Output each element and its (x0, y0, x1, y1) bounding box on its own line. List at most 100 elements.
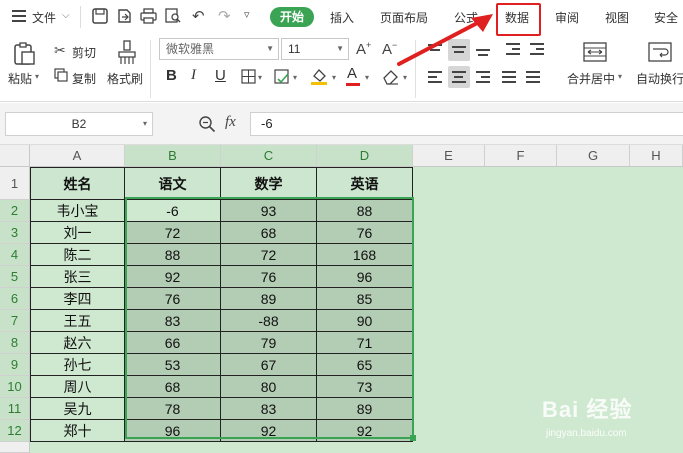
row-header-partial[interactable] (0, 442, 30, 453)
table-cell[interactable]: 76 (221, 266, 317, 288)
distributed-icon[interactable] (522, 66, 544, 88)
table-cell[interactable]: 76 (125, 288, 221, 310)
table-cell[interactable]: 郑十 (30, 420, 125, 442)
table-cell[interactable]: 71 (317, 332, 413, 354)
header-cell[interactable]: 姓名 (30, 167, 125, 200)
table-cell[interactable]: 67 (221, 354, 317, 376)
paste-button[interactable]: 粘贴 (8, 70, 32, 87)
scissors-icon[interactable]: ✂ (54, 42, 66, 59)
font-size-select[interactable]: 11 ▼ (281, 38, 349, 60)
copy-button[interactable]: 复制 (72, 70, 96, 87)
chevron-down-icon[interactable]: ▾ (365, 73, 369, 82)
chevron-down-icon[interactable]: ▾ (618, 72, 622, 81)
row-header-6[interactable]: 6 (0, 288, 30, 310)
table-cell[interactable]: 89 (317, 398, 413, 420)
table-cell[interactable]: 92 (221, 420, 317, 442)
select-all-corner[interactable] (0, 145, 30, 167)
bold-button[interactable]: B (166, 67, 177, 84)
row-header-1[interactable]: 1 (0, 167, 30, 200)
column-header-c[interactable]: C (221, 145, 317, 167)
row-header-7[interactable]: 7 (0, 310, 30, 332)
save-icon[interactable] (92, 8, 108, 27)
table-cell[interactable]: 85 (317, 288, 413, 310)
table-cell[interactable]: 80 (221, 376, 317, 398)
table-cell[interactable]: 53 (125, 354, 221, 376)
chevron-down-icon[interactable]: ▾ (403, 73, 407, 82)
table-cell[interactable]: 83 (221, 398, 317, 420)
customize-toolbar-icon[interactable]: ▿ (244, 8, 250, 21)
column-header-g[interactable]: G (557, 145, 630, 167)
row-header-4[interactable]: 4 (0, 244, 30, 266)
hamburger-icon[interactable] (12, 10, 26, 22)
table-cell[interactable]: 83 (125, 310, 221, 332)
table-cell[interactable]: -88 (221, 310, 317, 332)
row-header-12[interactable]: 12 (0, 420, 30, 442)
column-header-e[interactable]: E (413, 145, 485, 167)
fill-handle[interactable] (410, 435, 416, 441)
table-cell[interactable]: 93 (221, 200, 317, 222)
table-cell[interactable]: 89 (221, 288, 317, 310)
table-cell[interactable]: 吴九 (30, 398, 125, 420)
file-menu[interactable]: 文件 (32, 9, 56, 26)
redo-icon[interactable]: ↷ (218, 7, 231, 25)
table-cell[interactable]: 76 (317, 222, 413, 244)
tab-review[interactable]: 审阅 (555, 9, 579, 26)
increase-indent-icon[interactable] (526, 39, 548, 61)
table-cell[interactable]: 刘一 (30, 222, 125, 244)
increase-font-icon[interactable]: A+ (356, 40, 371, 58)
table-cell[interactable]: 72 (125, 222, 221, 244)
wrap-text-icon[interactable] (648, 42, 672, 65)
table-cell[interactable]: 王五 (30, 310, 125, 332)
font-color-icon[interactable]: A (347, 65, 357, 82)
borders-icon[interactable] (241, 69, 256, 87)
chevron-down-icon[interactable]: ▾ (35, 72, 39, 81)
table-cell[interactable]: 92 (125, 266, 221, 288)
fx-icon[interactable]: fx (225, 114, 236, 131)
chevron-down-icon[interactable]: ▾ (293, 73, 297, 82)
cut-button[interactable]: 剪切 (72, 44, 96, 61)
paste-icon[interactable] (12, 42, 36, 69)
row-header-9[interactable]: 9 (0, 354, 30, 376)
zoom-search-icon[interactable] (198, 115, 216, 136)
decrease-indent-icon[interactable] (502, 39, 524, 61)
formula-input[interactable]: -6 (250, 112, 683, 136)
export-icon[interactable] (116, 8, 132, 27)
table-cell[interactable]: 张三 (30, 266, 125, 288)
justify-icon[interactable] (498, 66, 520, 88)
eraser-icon[interactable] (382, 67, 400, 88)
tab-start[interactable]: 开始 (270, 7, 314, 27)
font-family-select[interactable]: 微软雅黑 ▼ (159, 38, 279, 60)
align-center-icon[interactable] (448, 66, 470, 88)
table-cell[interactable]: 168 (317, 244, 413, 266)
header-cell[interactable]: 英语 (317, 167, 413, 200)
row-header-3[interactable]: 3 (0, 222, 30, 244)
column-header-b[interactable]: B (125, 145, 221, 167)
table-cell[interactable]: 65 (317, 354, 413, 376)
table-cell[interactable]: 72 (221, 244, 317, 266)
column-header-d[interactable]: D (317, 145, 413, 167)
fill-color-icon[interactable] (310, 67, 328, 88)
column-header-h[interactable]: H (630, 145, 683, 167)
tab-security[interactable]: 安全 (654, 9, 678, 26)
table-cell[interactable]: 73 (317, 376, 413, 398)
table-cell[interactable]: -6 (125, 200, 221, 222)
row-header-2[interactable]: 2 (0, 200, 30, 222)
align-right-icon[interactable] (472, 66, 494, 88)
format-painter-button[interactable]: 格式刷 (107, 70, 143, 87)
format-painter-icon[interactable] (116, 40, 138, 69)
merge-center-button[interactable]: 合并居中 (567, 70, 615, 87)
tab-view[interactable]: 视图 (605, 9, 629, 26)
table-cell[interactable]: 韦小宝 (30, 200, 125, 222)
underline-button[interactable]: U (215, 67, 226, 84)
undo-icon[interactable]: ↶ (192, 7, 205, 25)
align-left-icon[interactable] (424, 66, 446, 88)
merge-center-icon[interactable] (583, 42, 607, 65)
table-cell[interactable]: 96 (317, 266, 413, 288)
wrap-text-button[interactable]: 自动换行 (636, 70, 683, 87)
row-header-5[interactable]: 5 (0, 266, 30, 288)
table-cell[interactable]: 孙七 (30, 354, 125, 376)
table-cell[interactable]: 88 (317, 200, 413, 222)
table-cell[interactable]: 陈二 (30, 244, 125, 266)
table-cell[interactable]: 赵六 (30, 332, 125, 354)
header-cell[interactable]: 数学 (221, 167, 317, 200)
